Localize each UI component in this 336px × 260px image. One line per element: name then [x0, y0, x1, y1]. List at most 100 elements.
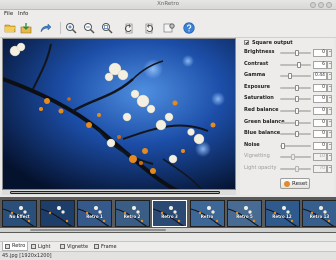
tab-label: Vignette [67, 243, 89, 250]
square-output-checkbox[interactable] [244, 40, 249, 45]
effect-thumbnail[interactable]: Retro 5 [227, 200, 262, 227]
light-opacity-value[interactable]: 70 [313, 165, 327, 173]
open-folder-icon[interactable] [3, 21, 17, 35]
preview-scroll-thumb[interactable] [10, 191, 220, 194]
effect-thumbnail[interactable]: Retro 13 [302, 200, 336, 227]
blue-balance-value[interactable]: 0 [313, 130, 327, 139]
contrast-slider[interactable] [280, 61, 311, 68]
blue-balance-label: Blue balance [244, 130, 281, 137]
slider-handle[interactable] [295, 84, 299, 91]
vignetting-slider[interactable] [280, 154, 311, 161]
slider-handle[interactable] [295, 96, 299, 103]
zoom-out-icon[interactable] [82, 21, 96, 35]
green-balance-slider[interactable] [280, 119, 311, 126]
thumbnail-label: Retro 2 [123, 214, 141, 219]
rotate-right-icon[interactable] [142, 21, 156, 35]
contrast-spinner[interactable] [327, 60, 332, 69]
noise-value[interactable]: 0 [313, 141, 327, 150]
noise-spinner[interactable] [327, 141, 332, 150]
tab-light[interactable]: Light [29, 242, 52, 251]
gamma-label: Gamma [244, 72, 266, 79]
contrast-value[interactable]: 6 [313, 60, 327, 69]
blue-balance-slider[interactable] [280, 131, 311, 138]
effect-thumbnail[interactable]: Retro [189, 200, 225, 227]
red-balance-slider[interactable] [280, 108, 311, 114]
saturation-value[interactable]: 0 [313, 95, 327, 104]
slider-handle[interactable] [295, 131, 299, 138]
slider-handle[interactable] [295, 166, 299, 172]
help-icon[interactable] [182, 21, 196, 35]
effect-thumbnail[interactable]: Retro 1 [77, 200, 112, 227]
blue-balance-spinner[interactable] [327, 130, 332, 139]
effect-thumbnail[interactable]: Retro 12 [264, 200, 300, 227]
exposure-label: Exposure [244, 83, 271, 90]
tab-frame[interactable]: Frame [92, 242, 119, 251]
adjustment-row: Light opacity 70 [244, 164, 332, 174]
vignetting-spinner[interactable] [327, 153, 332, 162]
exposure-value[interactable]: 0 [313, 83, 327, 92]
title-bar: XnRetro [0, 0, 336, 10]
menu-bar: File Info [0, 10, 336, 18]
thumbnail-label: Retro 13 [309, 214, 330, 219]
vignetting-value[interactable]: 10 [313, 153, 327, 162]
green-balance-label: Green balance [244, 118, 285, 125]
saturation-label: Saturation [244, 95, 274, 102]
zoom-fit-icon[interactable] [100, 21, 114, 35]
rotate-left-icon[interactable] [122, 21, 136, 35]
menu-info[interactable]: Info [18, 11, 28, 17]
image-preview[interactable] [2, 38, 236, 190]
red-balance-value[interactable]: 0 [313, 107, 327, 115]
gamma-value[interactable]: 0.44 [313, 72, 327, 81]
menu-file[interactable]: File [4, 11, 13, 17]
slider-handle[interactable] [288, 73, 292, 80]
toolbar-separator [60, 22, 61, 34]
light-opacity-spinner[interactable] [327, 165, 332, 173]
share-icon[interactable] [38, 21, 52, 35]
minimize-button[interactable] [310, 2, 316, 8]
reset-button[interactable]: Reset [280, 178, 310, 189]
tab-label: Frame [101, 243, 117, 250]
effect-thumbnail[interactable]: Retro 2 [114, 200, 150, 227]
gamma-spinner[interactable] [327, 72, 332, 81]
filmstrip-scroll-thumb[interactable] [30, 229, 166, 231]
thumbnail-label: Retro 1 [86, 214, 103, 219]
slider-handle[interactable] [297, 61, 301, 68]
slider-handle[interactable] [295, 119, 299, 126]
brightness-value[interactable]: 0 [313, 49, 327, 57]
effect-thumbnail[interactable]: Retro 3 [152, 200, 187, 227]
brightness-spinner[interactable] [327, 49, 332, 57]
slider-handle[interactable] [295, 50, 299, 56]
effect-thumbnail[interactable] [39, 200, 75, 227]
noise-slider[interactable] [280, 142, 311, 149]
green-balance-value[interactable]: 0 [313, 118, 327, 127]
maximize-button[interactable] [318, 2, 324, 8]
window-title: XnRetro [157, 1, 179, 7]
preview-scrollbar[interactable] [2, 190, 236, 195]
reset-icon [284, 181, 290, 187]
thumbnail-label: Retro 12 [272, 214, 292, 219]
adjustment-row: Gamma 0.44 [244, 71, 332, 81]
saturation-slider[interactable] [280, 96, 311, 103]
tab-retro[interactable]: Retro [2, 242, 29, 251]
saturation-spinner[interactable] [327, 95, 332, 104]
exposure-slider[interactable] [280, 84, 311, 91]
slider-handle[interactable] [295, 108, 299, 114]
gamma-slider[interactable] [280, 73, 311, 80]
green-balance-spinner[interactable] [327, 118, 332, 127]
exposure-spinner[interactable] [327, 83, 332, 92]
filmstrip-scrollbar[interactable] [0, 228, 336, 232]
effect-thumbnail[interactable]: No Effect [2, 200, 37, 227]
close-button[interactable] [326, 2, 332, 8]
light-opacity-slider[interactable] [280, 166, 311, 172]
brightness-slider[interactable] [280, 50, 311, 56]
save-icon[interactable] [19, 21, 33, 35]
slider-handle[interactable] [291, 154, 295, 161]
thumbnail-label: Retro [200, 214, 214, 219]
slider-handle[interactable] [281, 142, 285, 149]
red-balance-spinner[interactable] [327, 107, 332, 115]
effect-filmstrip: No Effect Retro 1 Retro 2 Retro 3 Retro Retro… [0, 197, 336, 233]
zoom-in-icon[interactable] [64, 21, 78, 35]
tab-vignette[interactable]: Vignette [58, 242, 90, 251]
settings-icon[interactable] [162, 21, 176, 35]
adjustment-row: Brightness 0 [244, 48, 332, 58]
